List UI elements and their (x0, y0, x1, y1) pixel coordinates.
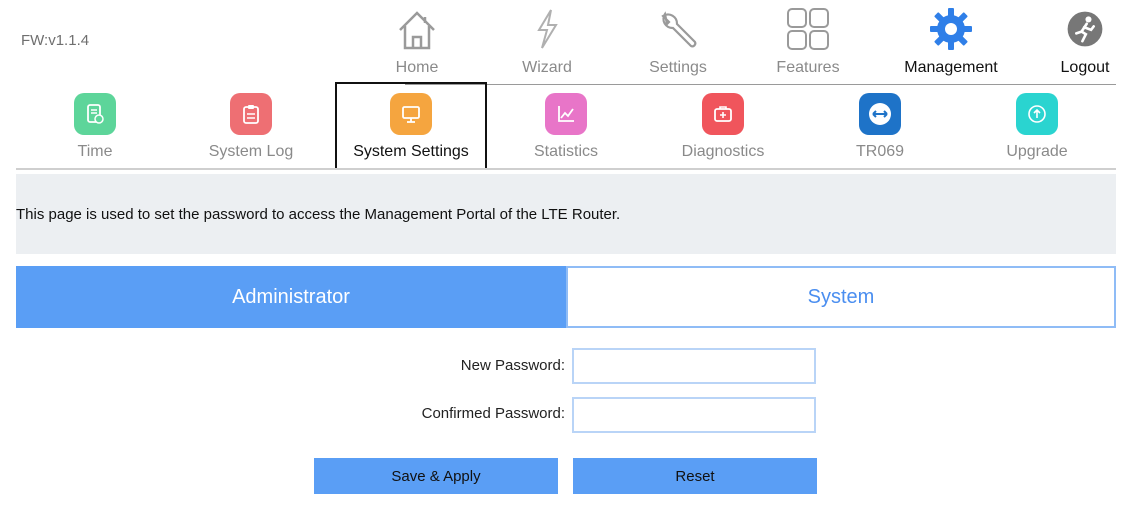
clipboard-icon (230, 93, 272, 135)
subnav-statistics[interactable]: Statistics (511, 86, 621, 170)
grid-icon (787, 8, 829, 50)
nav-settings-label: Settings (649, 59, 707, 76)
double-arrow-icon (859, 93, 901, 135)
sub-navigation: Time System Log System Settings Statisti… (0, 82, 1140, 170)
confirmed-password-input[interactable] (572, 397, 816, 433)
subnav-time-label: Time (77, 143, 113, 160)
wrench-icon (661, 11, 697, 48)
subnav-system-log-label: System Log (208, 143, 294, 160)
clock-document-icon (74, 93, 116, 135)
nav-management-label: Management (904, 59, 998, 76)
subnav-upgrade-label: Upgrade (1006, 143, 1068, 160)
top-divider (405, 84, 1116, 85)
nav-wizard-label: Wizard (522, 59, 572, 76)
nav-features-label: Features (776, 59, 840, 76)
confirmed-password-label: Confirmed Password: (421, 405, 565, 422)
subnav-upgrade[interactable]: Upgrade (982, 86, 1092, 170)
nav-home-label: Home (395, 59, 439, 76)
info-banner: This page is used to set the password to… (16, 174, 1116, 254)
nav-logout[interactable]: Logout (1030, 2, 1140, 82)
nav-management[interactable]: Management (896, 2, 1006, 82)
subnav-statistics-label: Statistics (533, 143, 598, 160)
subnav-system-settings-label: System Settings (353, 143, 469, 160)
sub-divider (16, 168, 1116, 170)
reset-button[interactable]: Reset (573, 458, 817, 494)
subnav-system-settings[interactable]: System Settings (335, 82, 487, 170)
monitor-icon (390, 93, 432, 135)
running-person-icon (1067, 11, 1103, 47)
upload-circle-icon (1016, 93, 1058, 135)
house-icon (399, 11, 435, 50)
top-navigation: Home Wizard Settings Features Management… (0, 0, 1140, 84)
gear-icon (930, 8, 972, 50)
subnav-system-log[interactable]: System Log (196, 86, 306, 170)
nav-features[interactable]: Features (753, 2, 863, 82)
tab-system[interactable]: System (566, 266, 1116, 328)
nav-wizard[interactable]: Wizard (492, 2, 602, 82)
subnav-tr069-label: TR069 (855, 143, 905, 160)
subnav-tr069[interactable]: TR069 (825, 86, 935, 170)
save-apply-button[interactable]: Save & Apply (314, 458, 558, 494)
subnav-diagnostics-label: Diagnostics (681, 143, 765, 160)
nav-settings[interactable]: Settings (623, 2, 733, 82)
nav-logout-label: Logout (1060, 59, 1110, 76)
tab-administrator[interactable]: Administrator (16, 266, 566, 328)
chart-icon (545, 93, 587, 135)
subnav-time[interactable]: Time (40, 86, 150, 170)
tab-bar: Administrator System (16, 266, 1116, 328)
lightning-icon (537, 9, 558, 49)
medical-kit-icon (702, 93, 744, 135)
new-password-label: New Password: (460, 357, 565, 374)
new-password-input[interactable] (572, 348, 816, 384)
subnav-diagnostics[interactable]: Diagnostics (668, 86, 778, 170)
info-text: This page is used to set the password to… (16, 206, 621, 223)
nav-home[interactable]: Home (362, 2, 472, 82)
